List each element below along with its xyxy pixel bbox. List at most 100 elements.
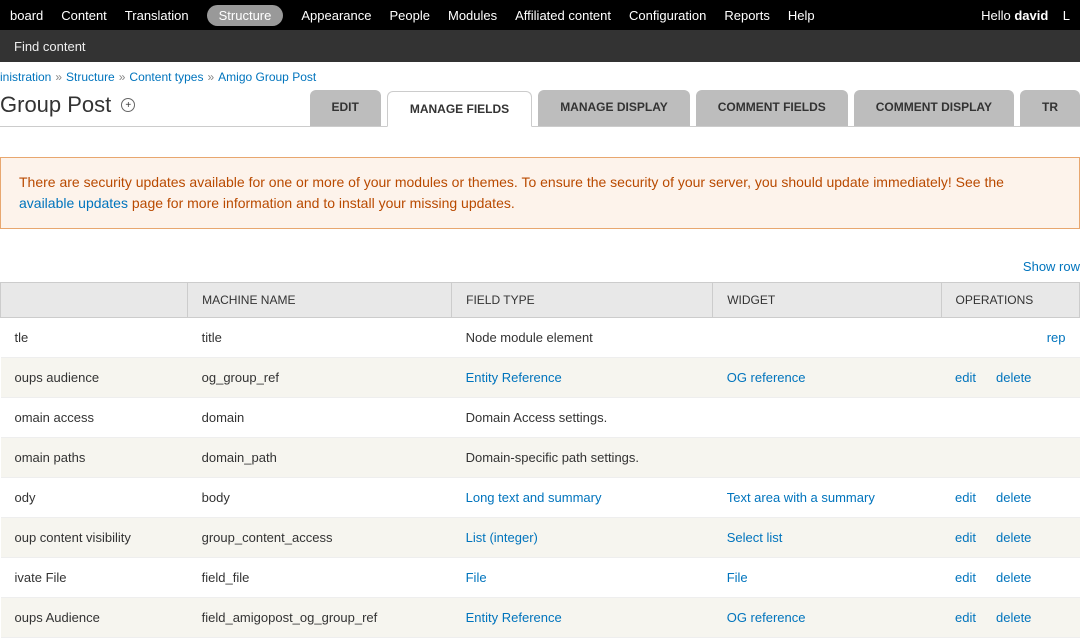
table-row: oups Audiencefield_amigopost_og_group_re… xyxy=(1,598,1080,638)
widget-link[interactable]: File xyxy=(727,570,748,585)
show-row-wrap: Show row xyxy=(0,259,1080,282)
operations: edit delete xyxy=(941,478,1079,518)
topbar-item-help[interactable]: Help xyxy=(788,8,815,23)
widget: File xyxy=(713,558,941,598)
admin-topbar: board Content Translation Structure Appearan… xyxy=(0,0,1080,30)
operations xyxy=(941,438,1079,478)
breadcrumb-link[interactable]: inistration xyxy=(0,70,51,84)
topbar-item-content[interactable]: Content xyxy=(61,8,107,23)
delete-link[interactable]: delete xyxy=(996,530,1031,545)
field-label: ivate File xyxy=(1,558,188,598)
topbar-menu: board Content Translation Structure Appearan… xyxy=(10,5,815,26)
user-greeting: Hello david L xyxy=(981,8,1070,23)
table-row: ivate Filefield_file File File edit delete xyxy=(1,558,1080,598)
local-tabs: EDITMANAGE FIELDSMANAGE DISPLAYCOMMENT F… xyxy=(310,90,1080,126)
tab-manage-display[interactable]: MANAGE DISPLAY xyxy=(538,90,690,126)
field-type: File xyxy=(452,558,713,598)
table-row: oups audienceog_group_ref Entity Referenc… xyxy=(1,358,1080,398)
machine-name: body xyxy=(188,478,452,518)
column-header: MACHINE NAME xyxy=(188,283,452,318)
breadcrumb-link[interactable]: Structure xyxy=(66,70,115,84)
field-type: List (integer) xyxy=(452,518,713,558)
topbar-item-reports[interactable]: Reports xyxy=(724,8,770,23)
topbar-item-people[interactable]: People xyxy=(390,8,430,23)
breadcrumb-separator: » xyxy=(55,70,62,84)
field-type: Node module element xyxy=(452,318,713,358)
edit-link[interactable]: edit xyxy=(955,530,976,545)
table-row: omain accessdomainDomain Access settings… xyxy=(1,398,1080,438)
field-type-link[interactable]: List (integer) xyxy=(466,530,538,545)
table-row: oup content visibilitygroup_content_acce… xyxy=(1,518,1080,558)
machine-name: domain_path xyxy=(188,438,452,478)
topbar-item-structure[interactable]: Structure xyxy=(207,5,284,26)
widget-link[interactable]: OG reference xyxy=(727,610,806,625)
find-content-link[interactable]: Find content xyxy=(14,39,86,54)
widget: OG reference xyxy=(713,598,941,638)
topbar-item-modules[interactable]: Modules xyxy=(448,8,497,23)
fields-table: MACHINE NAMEFIELD TYPEWIDGETOPERATIONS t… xyxy=(0,282,1080,638)
tab-manage-fields[interactable]: MANAGE FIELDS xyxy=(387,91,532,127)
column-header xyxy=(1,283,188,318)
available-updates-link[interactable]: available updates xyxy=(19,195,128,211)
field-label: omain access xyxy=(1,398,188,438)
column-header: OPERATIONS xyxy=(941,283,1079,318)
delete-link[interactable]: delete xyxy=(996,490,1031,505)
field-type-link[interactable]: File xyxy=(466,570,487,585)
field-type-link[interactable]: Entity Reference xyxy=(466,610,562,625)
operations: rep xyxy=(941,318,1079,358)
machine-name: title xyxy=(188,318,452,358)
widget: Text area with a summary xyxy=(713,478,941,518)
widget xyxy=(713,398,941,438)
delete-link[interactable]: delete xyxy=(996,570,1031,585)
field-type-link[interactable]: Long text and summary xyxy=(466,490,602,505)
widget: Select list xyxy=(713,518,941,558)
machine-name: group_content_access xyxy=(188,518,452,558)
widget-link[interactable]: Text area with a summary xyxy=(727,490,875,505)
op-link[interactable]: rep xyxy=(1047,330,1066,345)
delete-link[interactable]: delete xyxy=(996,610,1031,625)
secondary-bar: Find content xyxy=(0,30,1080,62)
table-row: odybody Long text and summary Text area wi… xyxy=(1,478,1080,518)
hello-text: Hello xyxy=(981,8,1011,23)
edit-link[interactable]: edit xyxy=(955,490,976,505)
page-title-wrap: Group Post + xyxy=(0,92,135,126)
operations: edit delete xyxy=(941,598,1079,638)
add-icon[interactable]: + xyxy=(121,98,135,112)
field-type: Entity Reference xyxy=(452,598,713,638)
widget xyxy=(713,438,941,478)
topbar-item-appearance[interactable]: Appearance xyxy=(301,8,371,23)
column-header: FIELD TYPE xyxy=(452,283,713,318)
widget-link[interactable]: Select list xyxy=(727,530,783,545)
operations: edit delete xyxy=(941,558,1079,598)
machine-name: og_group_ref xyxy=(188,358,452,398)
tab-tr[interactable]: TR xyxy=(1020,90,1080,126)
breadcrumb-link[interactable]: Content types xyxy=(129,70,203,84)
widget-link[interactable]: OG reference xyxy=(727,370,806,385)
tab-comment-fields[interactable]: COMMENT FIELDS xyxy=(696,90,848,126)
delete-link[interactable]: delete xyxy=(996,370,1031,385)
tab-comment-display[interactable]: COMMENT DISPLAY xyxy=(854,90,1014,126)
edit-link[interactable]: edit xyxy=(955,370,976,385)
edit-link[interactable]: edit xyxy=(955,570,976,585)
breadcrumb: inistration»Structure»Content types»Amig… xyxy=(0,62,1080,84)
field-label: omain paths xyxy=(1,438,188,478)
warning-text-2: page for more information and to install… xyxy=(128,195,515,211)
table-body: tletitleNode module elementrepoups audie… xyxy=(1,318,1080,638)
tab-edit[interactable]: EDIT xyxy=(310,90,381,126)
breadcrumb-link[interactable]: Amigo Group Post xyxy=(218,70,316,84)
table-row: tletitleNode module elementrep xyxy=(1,318,1080,358)
edit-link[interactable]: edit xyxy=(955,610,976,625)
field-type: Domain-specific path settings. xyxy=(452,438,713,478)
field-label: oups audience xyxy=(1,358,188,398)
page-header: Group Post + EDITMANAGE FIELDSMANAGE DIS… xyxy=(0,84,1080,127)
machine-name: domain xyxy=(188,398,452,438)
logout-link[interactable]: L xyxy=(1063,8,1070,23)
topbar-item-translation[interactable]: Translation xyxy=(125,8,189,23)
field-type-link[interactable]: Entity Reference xyxy=(466,370,562,385)
field-label: ody xyxy=(1,478,188,518)
machine-name: field_file xyxy=(188,558,452,598)
topbar-item-affiliated-content[interactable]: Affiliated content xyxy=(515,8,611,23)
show-row-weights-link[interactable]: Show row xyxy=(1023,259,1080,274)
topbar-item-configuration[interactable]: Configuration xyxy=(629,8,706,23)
topbar-item-board[interactable]: board xyxy=(10,8,43,23)
